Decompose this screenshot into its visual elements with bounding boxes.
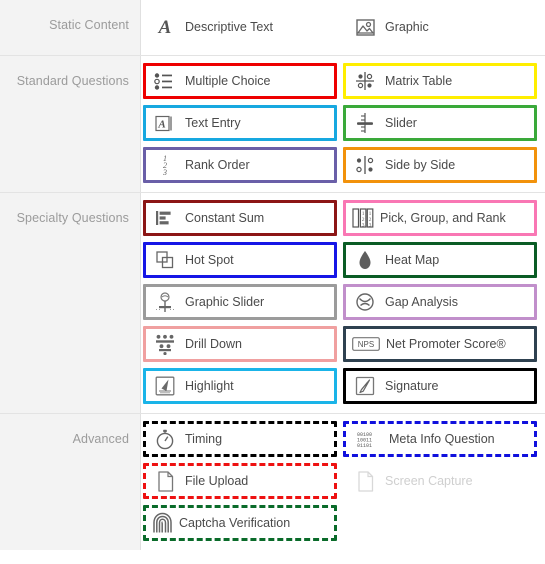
serif-a-icon: A <box>154 16 176 38</box>
tile-label: File Upload <box>185 474 249 488</box>
meta-info-icon: 00100 10011 01101 <box>354 428 380 450</box>
svg-text:3: 3 <box>162 168 167 176</box>
tile-label: Multiple Choice <box>185 74 271 88</box>
tile-timing[interactable]: Timing <box>143 421 337 457</box>
tile-descriptive-text[interactable]: A Descriptive Text <box>143 9 337 45</box>
tile-label: Descriptive Text <box>185 20 273 34</box>
tile-meta-info-question[interactable]: 00100 10011 01101 Meta Info Question <box>343 421 537 457</box>
tile-gap-analysis[interactable]: Gap Analysis <box>343 284 537 320</box>
tile-signature[interactable]: Signature <box>343 368 537 404</box>
rank-order-icon: 1 2 3 <box>154 154 176 176</box>
tile-label: Signature <box>385 379 439 393</box>
section-label-specialty-questions: Specialty Questions <box>0 193 140 413</box>
tile-highlight[interactable]: Highlight <box>143 368 337 404</box>
tile-drill-down[interactable]: Drill Down <box>143 326 337 362</box>
tile-pick-group-and-rank[interactable]: 1 2 3 1 2 3 Pick, Group, and Rank <box>343 200 537 236</box>
svg-text:A: A <box>158 17 172 37</box>
tile-label: Highlight <box>185 379 234 393</box>
tile-label: Heat Map <box>385 253 440 267</box>
section-label-advanced: Advanced <box>0 414 140 550</box>
tile-label: Meta Info Question <box>389 432 495 446</box>
captcha-icon <box>151 512 173 534</box>
svg-text:A: A <box>157 118 165 130</box>
tile-matrix-table[interactable]: Matrix Table <box>343 63 537 99</box>
signature-icon <box>354 375 376 397</box>
gap-analysis-icon <box>354 291 376 313</box>
svg-text:3: 3 <box>362 223 365 229</box>
section-label-standard-questions: Standard Questions <box>0 56 140 192</box>
tile-label: Gap Analysis <box>385 295 458 309</box>
tile-file-upload[interactable]: File Upload <box>143 463 337 499</box>
tile-label: Graphic Slider <box>185 295 265 309</box>
section-specialty-questions: Specialty Questions Constant Sum 1 2 3 1… <box>0 193 545 414</box>
tile-label: Side by Side <box>385 158 456 172</box>
nps-icon: NPS <box>352 333 380 355</box>
section-static-content: Static Content A Descriptive Text Graphi… <box>0 0 545 56</box>
tile-label: Matrix Table <box>385 74 453 88</box>
tile-rank-order[interactable]: 1 2 3 Rank Order <box>143 147 337 183</box>
tile-label: Pick, Group, and Rank <box>380 211 506 225</box>
screen-capture-icon <box>354 470 376 492</box>
file-upload-icon <box>154 470 176 492</box>
tile-label: Net Promoter Score® <box>386 337 506 351</box>
tile-label: Rank Order <box>185 158 250 172</box>
pick-group-rank-icon: 1 2 3 1 2 3 <box>352 207 374 229</box>
tile-net-promoter-score[interactable]: NPS Net Promoter Score® <box>343 326 537 362</box>
section-advanced: Advanced Timing 00100 10011 01101 Meta I… <box>0 414 545 550</box>
tile-text-entry[interactable]: A Text Entry <box>143 105 337 141</box>
tile-hot-spot[interactable]: Hot Spot <box>143 242 337 278</box>
side-by-side-icon <box>354 154 376 176</box>
hot-spot-icon <box>154 249 176 271</box>
text-entry-icon: A <box>154 112 176 134</box>
tile-label: Graphic <box>385 20 429 34</box>
question-type-panel: Static Content A Descriptive Text Graphi… <box>0 0 545 564</box>
highlight-icon <box>154 375 176 397</box>
tile-label: Hot Spot <box>185 253 234 267</box>
svg-text:01101: 01101 <box>357 443 372 448</box>
multiple-choice-icon <box>154 70 176 92</box>
drill-down-icon <box>154 333 176 355</box>
tile-label: Timing <box>185 432 223 446</box>
section-standard-questions: Standard Questions Multiple Choice Matri… <box>0 56 545 193</box>
tile-captcha-verification[interactable]: Captcha Verification <box>143 505 337 541</box>
image-icon <box>354 16 376 38</box>
tile-multiple-choice[interactable]: Multiple Choice <box>143 63 337 99</box>
graphic-slider-icon <box>154 291 176 313</box>
slider-icon <box>354 112 376 134</box>
tile-label: Drill Down <box>185 337 242 351</box>
matrix-table-icon <box>354 70 376 92</box>
heat-map-icon <box>354 249 376 271</box>
tile-label: Slider <box>385 116 417 130</box>
svg-text:NPS: NPS <box>358 340 374 349</box>
tile-constant-sum[interactable]: Constant Sum <box>143 200 337 236</box>
tile-slider[interactable]: Slider <box>343 105 537 141</box>
tile-screen-capture: Screen Capture <box>343 463 537 499</box>
constant-sum-icon <box>154 207 176 229</box>
section-label-static-content: Static Content <box>0 0 140 55</box>
tile-heat-map[interactable]: Heat Map <box>343 242 537 278</box>
svg-text:3: 3 <box>369 223 372 229</box>
tile-label: Screen Capture <box>385 474 473 488</box>
tile-label: Constant Sum <box>185 211 265 225</box>
tile-label: Text Entry <box>185 116 241 130</box>
tile-graphic-slider[interactable]: Graphic Slider <box>143 284 337 320</box>
tile-label: Captcha Verification <box>179 516 291 530</box>
timing-icon <box>154 428 176 450</box>
tile-side-by-side[interactable]: Side by Side <box>343 147 537 183</box>
tile-graphic[interactable]: Graphic <box>343 9 537 45</box>
